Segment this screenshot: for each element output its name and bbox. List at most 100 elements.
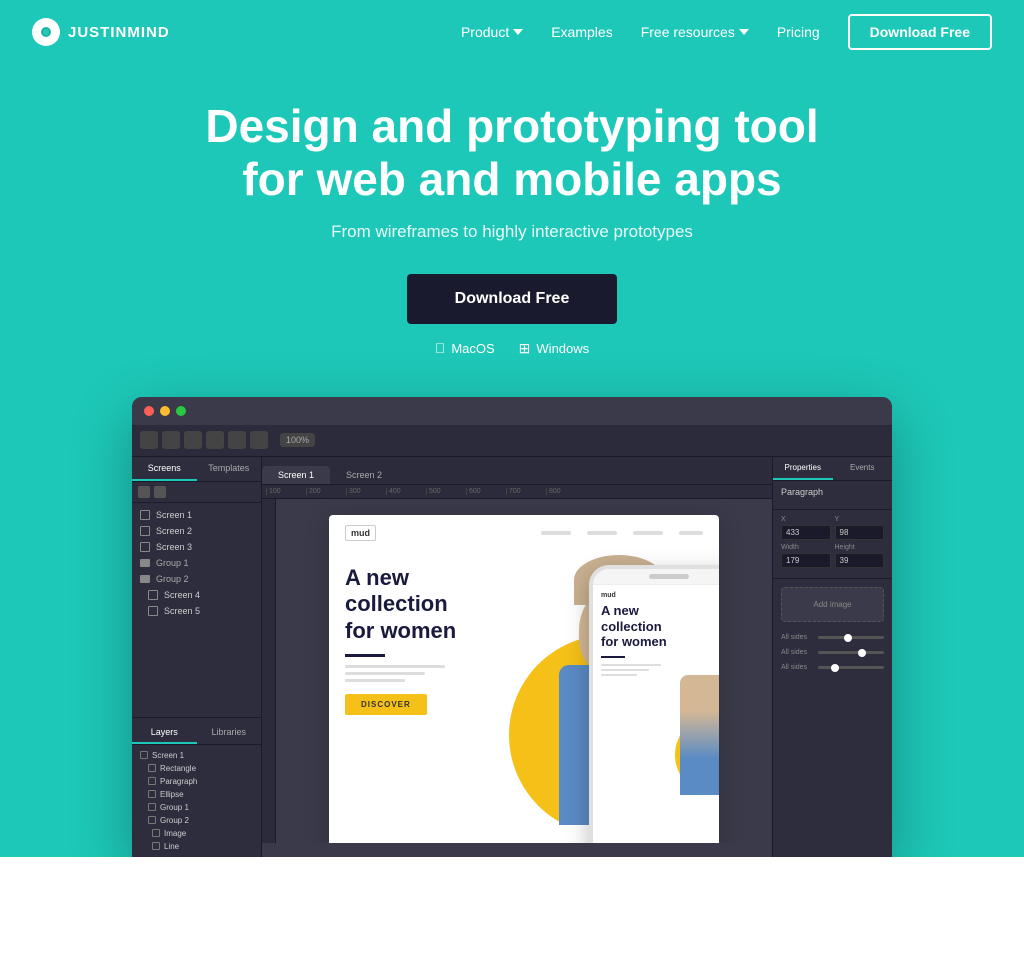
phone-content: mud A new — [593, 585, 719, 843]
tab-libraries[interactable]: Libraries — [197, 722, 262, 744]
props-x-field: X 433 — [781, 516, 831, 540]
sidebar-screen-3[interactable]: Screen 3 — [132, 539, 261, 555]
ruler-mark: 500 — [426, 488, 466, 495]
tool-arrow[interactable] — [140, 431, 158, 449]
vertical-ruler — [262, 499, 276, 843]
app-body: Screens Templates Screen 1 — [132, 457, 892, 857]
props-slider-track[interactable] — [818, 636, 884, 639]
props-wh-row: Width 179 Height 39 — [781, 544, 884, 568]
prototype-preview: mud — [329, 515, 719, 843]
app-toolbar: 100% — [132, 425, 892, 457]
props-w-value[interactable]: 179 — [781, 553, 831, 568]
content-area — [0, 857, 1024, 957]
tool-image[interactable] — [228, 431, 246, 449]
grid-view-icon[interactable] — [154, 486, 166, 498]
sidebar-screen-5[interactable]: Screen 5 — [132, 603, 261, 619]
layer-ellipse[interactable]: Ellipse — [132, 788, 261, 801]
props-element-type: Paragraph — [781, 487, 884, 497]
minimize-dot — [160, 406, 170, 416]
maximize-dot — [176, 406, 186, 416]
proto-line — [345, 665, 445, 668]
props-slider-track[interactable] — [818, 666, 884, 669]
proto-nav-dot — [541, 531, 571, 535]
props-y-value[interactable]: 98 — [835, 525, 885, 540]
apple-icon:  — [435, 340, 446, 356]
layers-list: Screen 1 Rectangle Paragraph Ellips — [132, 745, 261, 857]
layer-image[interactable]: Image — [132, 827, 261, 840]
sidebar-toolbar — [132, 482, 261, 503]
tab-templates[interactable]: Templates — [197, 457, 262, 481]
ruler-mark: 300 — [346, 488, 386, 495]
ruler-mark: 700 — [506, 488, 546, 495]
props-slider-3: All sides — [773, 660, 892, 675]
props-slider-2: All sides — [773, 645, 892, 660]
tab-properties[interactable]: Properties — [773, 457, 833, 480]
props-x-label: X — [781, 516, 831, 523]
sidebar-screen-1[interactable]: Screen 1 — [132, 507, 261, 523]
layer-line[interactable]: Line — [132, 840, 261, 853]
props-slider-label: All sides — [781, 634, 814, 641]
layer-screen1[interactable]: Screen 1 — [132, 749, 261, 762]
sidebar-screen-tabs: Screens Templates — [132, 457, 261, 482]
tool-rect[interactable] — [162, 431, 180, 449]
nav-pricing[interactable]: Pricing — [777, 24, 820, 40]
hero-download-button[interactable]: Download Free — [407, 274, 618, 324]
canvas-tab-2[interactable]: Screen 2 — [330, 466, 398, 484]
nav-examples[interactable]: Examples — [551, 24, 612, 40]
props-slider-thumb[interactable] — [858, 649, 866, 657]
tab-layers[interactable]: Layers — [132, 722, 197, 744]
ruler-mark: 200 — [306, 488, 346, 495]
add-screen-icon[interactable] — [138, 486, 150, 498]
horizontal-ruler: 100 200 300 400 500 600 700 800 — [262, 485, 772, 499]
phone-image-area — [655, 615, 719, 795]
ruler-mark: 100 — [266, 488, 306, 495]
tool-text[interactable] — [206, 431, 224, 449]
props-slider-track[interactable] — [818, 651, 884, 654]
zoom-level[interactable]: 100% — [280, 433, 315, 447]
add-image-button[interactable]: Add image — [781, 587, 884, 622]
hero-title: Design and prototyping tool for web and … — [205, 100, 818, 206]
sidebar-group-1[interactable]: Group 1 — [132, 555, 261, 571]
nav-resources[interactable]: Free resources — [641, 24, 749, 40]
layer-group1[interactable]: Group 1 — [132, 801, 261, 814]
canvas-area: Screen 1 Screen 2 100 200 300 400 500 60… — [262, 457, 772, 857]
props-section-coords: X 433 Y 98 Width 179 — [773, 510, 892, 579]
proto-underline — [345, 654, 385, 657]
tool-more[interactable] — [250, 431, 268, 449]
props-slider-label: All sides — [781, 649, 814, 656]
props-h-label: Height — [835, 544, 885, 551]
proto-line — [345, 679, 405, 682]
proto-nav-dot — [587, 531, 617, 535]
phone-person — [680, 675, 719, 795]
sidebar-group-2[interactable]: Group 2 — [132, 571, 261, 587]
proto-cta[interactable]: DISCOVER — [345, 694, 427, 715]
logo[interactable]: JUSTINMIND — [32, 18, 170, 46]
canvas-inner[interactable]: mud — [276, 499, 772, 843]
tab-screens[interactable]: Screens — [132, 457, 197, 481]
props-slider-1: All sides — [773, 630, 892, 645]
sidebar-screen-4[interactable]: Screen 4 — [132, 587, 261, 603]
props-x-value[interactable]: 433 — [781, 525, 831, 540]
tab-events[interactable]: Events — [833, 457, 893, 480]
phone-mockup: mud A new — [589, 565, 719, 843]
nav-links: Product Examples Free resources Pricing … — [461, 14, 992, 50]
phone-notch — [593, 569, 719, 585]
nav-product[interactable]: Product — [461, 24, 523, 40]
props-slider-thumb[interactable] — [844, 634, 852, 642]
proto-nav — [541, 531, 703, 535]
layer-para[interactable]: Paragraph — [132, 775, 261, 788]
props-w-field: Width 179 — [781, 544, 831, 568]
phone-logo: mud — [601, 592, 616, 599]
app-screenshot: 100% Screens Templates — [132, 397, 892, 857]
props-h-value[interactable]: 39 — [835, 553, 885, 568]
nav-download-free-button[interactable]: Download Free — [848, 14, 992, 50]
layer-rect[interactable]: Rectangle — [132, 762, 261, 775]
props-w-label: Width — [781, 544, 831, 551]
tool-circle[interactable] — [184, 431, 202, 449]
props-section-title: Paragraph — [773, 481, 892, 510]
sidebar-screen-2[interactable]: Screen 2 — [132, 523, 261, 539]
layer-group2[interactable]: Group 2 — [132, 814, 261, 827]
props-slider-thumb[interactable] — [831, 664, 839, 672]
canvas-tab-1[interactable]: Screen 1 — [262, 466, 330, 484]
macos-badge:  MacOS — [435, 340, 495, 356]
